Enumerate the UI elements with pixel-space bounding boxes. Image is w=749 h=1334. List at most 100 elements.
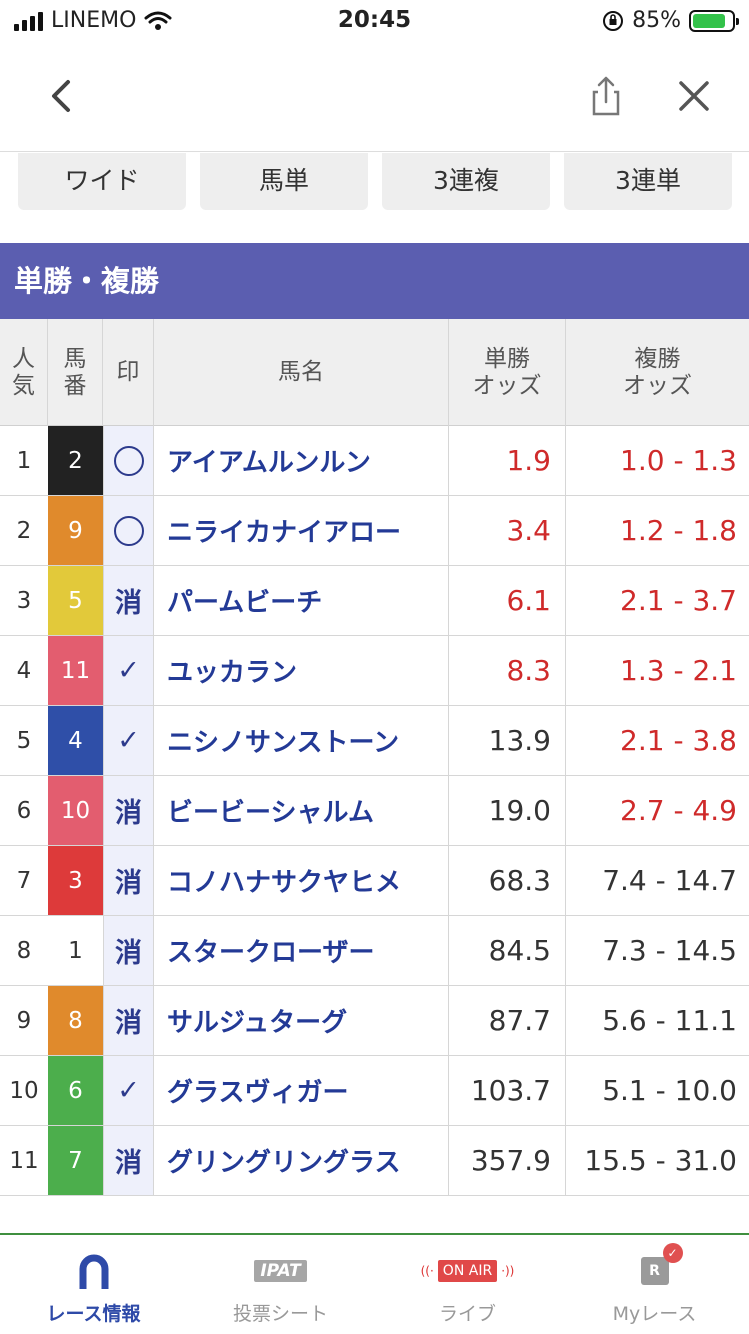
horse-number-badge: 6 bbox=[48, 1056, 103, 1125]
horse-name-link[interactable]: コノハナサクヤヒメ bbox=[154, 846, 449, 915]
horse-number-badge: 5 bbox=[48, 566, 103, 635]
ipat-icon: IPAT bbox=[254, 1260, 307, 1282]
table-header: 人気 馬番 印 馬名 単勝 オッズ 複勝 オッズ bbox=[0, 319, 749, 426]
mark-erase-label[interactable]: 消 bbox=[103, 846, 154, 915]
win-odds: 1.9 bbox=[449, 426, 566, 495]
place-odds: 1.2 - 1.8 bbox=[620, 514, 737, 547]
horse-number-badge: 7 bbox=[48, 1126, 103, 1195]
horse-number-badge: 10 bbox=[48, 776, 103, 845]
table-row[interactable]: 7 3 消コノハナサクヤヒメ 68.3 7.4 - 14.7 bbox=[0, 846, 749, 916]
win-odds: 103.7 bbox=[449, 1056, 566, 1125]
status-right: 85% bbox=[602, 8, 739, 33]
table-row[interactable]: 2 9 ニライカナイアロー 3.4 1.2 - 1.8 bbox=[0, 496, 749, 566]
nav-my-race[interactable]: R ✓ Myレース bbox=[561, 1243, 748, 1333]
horse-name-link[interactable]: ニライカナイアロー bbox=[154, 496, 449, 565]
on-air-icon: ((· ON AIR ·)) bbox=[421, 1260, 514, 1282]
horse-name-link[interactable]: サルジュターグ bbox=[154, 986, 449, 1055]
horse-number-badge: 2 bbox=[48, 426, 103, 495]
popularity-rank: 2 bbox=[16, 517, 32, 544]
horse-name-link[interactable]: スタークローザー bbox=[154, 916, 449, 985]
mark-circle-icon[interactable] bbox=[103, 426, 154, 495]
table-row[interactable]: 10 6 ✓ グラスヴィガー 103.7 5.1 - 10.0 bbox=[0, 1056, 749, 1126]
battery-percent: 85% bbox=[632, 8, 681, 33]
mark-erase-label[interactable]: 消 bbox=[103, 566, 154, 635]
horse-name-link[interactable]: グリングリングラス bbox=[154, 1126, 449, 1195]
circle-icon bbox=[113, 445, 144, 476]
win-odds: 6.1 bbox=[449, 566, 566, 635]
horse-name-link[interactable]: ビービーシャルム bbox=[154, 776, 449, 845]
horse-number-badge: 11 bbox=[48, 636, 103, 705]
table-row[interactable]: 3 5 消パームビーチ 6.1 2.1 - 3.7 bbox=[0, 566, 749, 636]
battery-icon bbox=[689, 9, 739, 32]
horse-name-link[interactable]: グラスヴィガー bbox=[154, 1056, 449, 1125]
horse-number-badge: 8 bbox=[48, 986, 103, 1055]
horse-name-link[interactable]: ユッカラン bbox=[154, 636, 449, 705]
table-row[interactable]: 9 8 消サルジュターグ 87.7 5.6 - 11.1 bbox=[0, 986, 749, 1056]
odds-table: 人気 馬番 印 馬名 単勝 オッズ 複勝 オッズ 1 2 アイアムルンルン 1.9 1.0 … bbox=[0, 319, 749, 1196]
horse-name-link[interactable]: アイアムルンルン bbox=[154, 426, 449, 495]
mark-check-icon[interactable]: ✓ bbox=[103, 706, 154, 775]
tab-trifecta[interactable]: 3連単 bbox=[564, 153, 732, 210]
table-row[interactable]: 1 2 アイアムルンルン 1.9 1.0 - 1.3 bbox=[0, 426, 749, 496]
circle-icon bbox=[113, 515, 144, 546]
win-odds: 19.0 bbox=[449, 776, 566, 845]
mark-erase-label[interactable]: 消 bbox=[103, 1126, 154, 1195]
tab-wide[interactable]: ワイド bbox=[18, 153, 186, 210]
nav-live-label: ライブ bbox=[438, 1303, 496, 1325]
nav-race-info[interactable]: レース情報 bbox=[0, 1249, 187, 1333]
bottom-navigation: レース情報 IPAT 投票シート ((· ON AIR ·)) ライブ R ✓ My… bbox=[0, 1233, 749, 1334]
horse-number-badge: 3 bbox=[48, 846, 103, 915]
status-bar: LINEMO 20:45 85% bbox=[0, 0, 749, 44]
popularity-rank: 3 bbox=[16, 587, 32, 614]
mark-erase-label[interactable]: 消 bbox=[103, 776, 154, 845]
mark-check-icon[interactable]: ✓ bbox=[103, 636, 154, 705]
table-row[interactable]: 6 10 消ビービーシャルム 19.0 2.7 - 4.9 bbox=[0, 776, 749, 846]
place-odds: 2.1 - 3.7 bbox=[620, 584, 737, 617]
win-odds: 87.7 bbox=[449, 986, 566, 1055]
place-odds: 2.7 - 4.9 bbox=[620, 794, 737, 827]
check-badge-icon: ✓ bbox=[662, 1243, 683, 1263]
table-row[interactable]: 8 1 消スタークローザー 84.5 7.3 - 14.5 bbox=[0, 916, 749, 986]
table-body: 1 2 アイアムルンルン 1.9 1.0 - 1.3 2 9 ニライカナイアロー 3.4 1.2 … bbox=[0, 426, 749, 1196]
horse-name-link[interactable]: パームビーチ bbox=[154, 566, 449, 635]
win-odds: 8.3 bbox=[449, 636, 566, 705]
place-odds: 7.3 - 14.5 bbox=[602, 934, 737, 967]
close-icon[interactable] bbox=[672, 74, 716, 118]
mark-erase-label[interactable]: 消 bbox=[103, 916, 154, 985]
chevron-left-icon[interactable] bbox=[42, 74, 82, 118]
popularity-rank: 9 bbox=[16, 1007, 32, 1034]
nav-vote-sheet-label: 投票シート bbox=[232, 1303, 328, 1325]
popularity-rank: 4 bbox=[16, 657, 32, 684]
place-odds: 1.0 - 1.3 bbox=[620, 444, 737, 477]
popularity-rank: 10 bbox=[9, 1077, 39, 1104]
table-row[interactable]: 5 4 ✓ ニシノサンストーン 13.9 2.1 - 3.8 bbox=[0, 706, 749, 776]
header-popularity: 人気 bbox=[0, 319, 48, 426]
horseshoe-icon bbox=[79, 1254, 108, 1289]
win-odds: 357.9 bbox=[449, 1126, 566, 1195]
horse-name-link[interactable]: ニシノサンストーン bbox=[154, 706, 449, 775]
tab-trio[interactable]: 3連複 bbox=[382, 153, 550, 210]
nav-my-race-label: Myレース bbox=[612, 1303, 697, 1325]
place-odds: 5.1 - 10.0 bbox=[602, 1074, 737, 1107]
mark-check-icon[interactable]: ✓ bbox=[103, 1056, 154, 1125]
place-odds: 7.4 - 14.7 bbox=[602, 864, 737, 897]
mark-erase-label[interactable]: 消 bbox=[103, 986, 154, 1055]
nav-vote-sheet[interactable]: IPAT 投票シート bbox=[187, 1249, 374, 1333]
header-mark: 印 bbox=[103, 319, 154, 426]
mark-circle-icon[interactable] bbox=[103, 496, 154, 565]
win-odds: 68.3 bbox=[449, 846, 566, 915]
tab-exacta[interactable]: 馬単 bbox=[200, 153, 368, 210]
horse-number-badge: 4 bbox=[48, 706, 103, 775]
win-odds: 84.5 bbox=[449, 916, 566, 985]
horse-number-badge: 1 bbox=[48, 916, 103, 985]
nav-live[interactable]: ((· ON AIR ·)) ライブ bbox=[374, 1249, 561, 1333]
table-row[interactable]: 4 11 ✓ ユッカラン 8.3 1.3 - 2.1 bbox=[0, 636, 749, 706]
section-title: 単勝・複勝 bbox=[0, 243, 749, 319]
win-odds: 13.9 bbox=[449, 706, 566, 775]
share-icon[interactable] bbox=[586, 74, 626, 118]
header-win-odds: 単勝 オッズ bbox=[449, 319, 566, 426]
place-odds: 2.1 - 3.8 bbox=[620, 724, 737, 757]
table-row[interactable]: 11 7 消グリングリングラス 357.9 15.5 - 31.0 bbox=[0, 1126, 749, 1196]
place-odds: 1.3 - 2.1 bbox=[620, 654, 737, 687]
header-horse-name: 馬名 bbox=[154, 319, 449, 426]
